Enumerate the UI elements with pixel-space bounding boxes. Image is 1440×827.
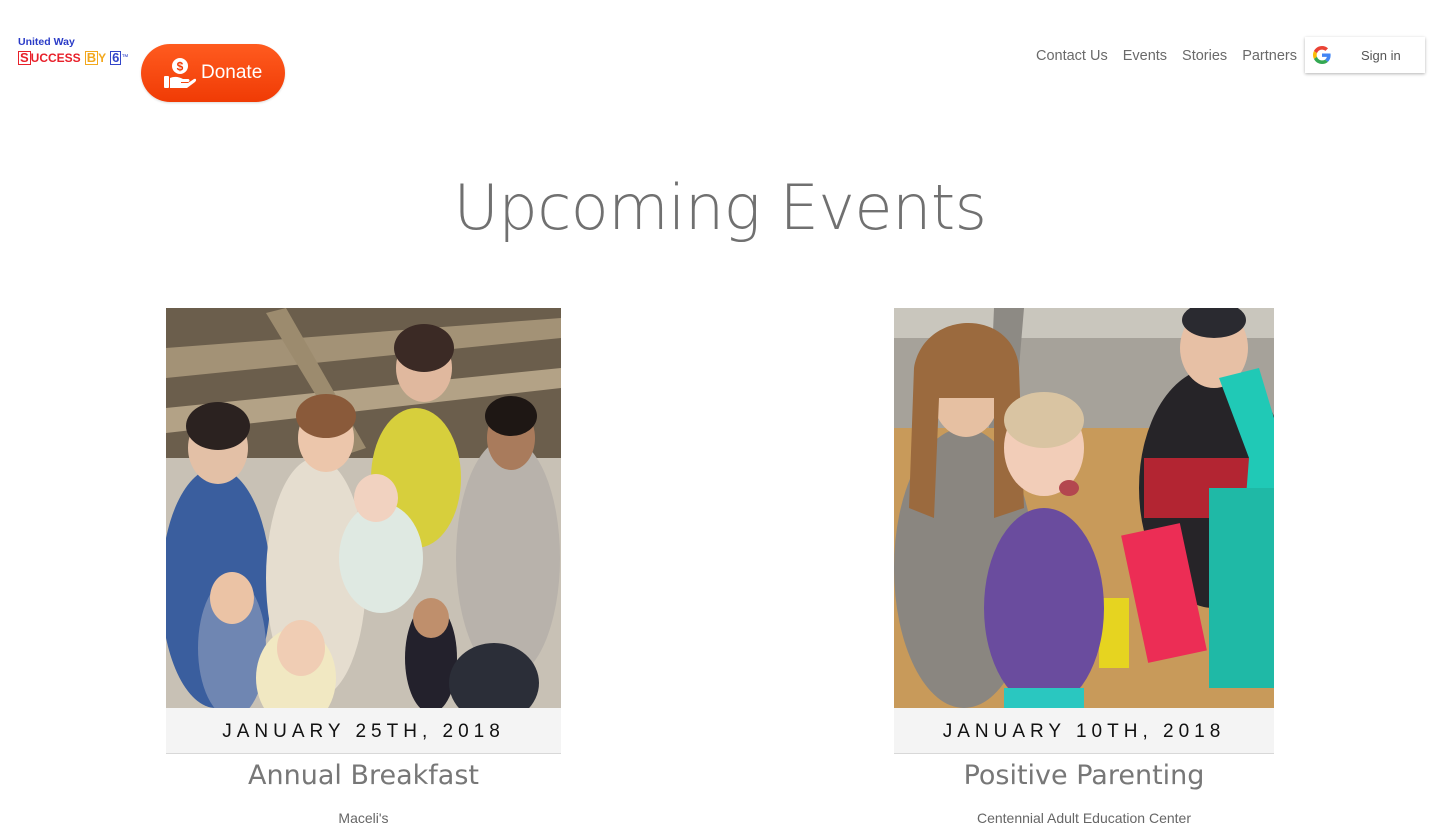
main-nav: Contact Us Events Stories Partners (1021, 46, 1297, 66)
event-photo-image (894, 308, 1274, 708)
google-sign-in-button[interactable]: Sign in (1305, 37, 1425, 73)
event-date: JANUARY 25TH, 2018 (166, 708, 561, 754)
event-location: Maceli's (338, 810, 389, 826)
event-title[interactable]: Positive Parenting (894, 759, 1274, 793)
logo-success-by-6: S UCCESS B Y 6 ™ (18, 51, 136, 65)
donate-label: Donate (201, 62, 263, 83)
logo-united-way-text: United Way (18, 36, 75, 48)
logo-letter-y: Y (98, 51, 107, 65)
nav-events[interactable]: Events (1123, 46, 1167, 66)
svg-text:$: $ (177, 60, 184, 74)
event-photo[interactable] (166, 308, 561, 708)
logo-letter-b: B (84, 50, 99, 65)
page-title: Upcoming Events (453, 171, 987, 244)
logo-letter-s: S (18, 50, 31, 65)
nav-contact-us[interactable]: Contact Us (1036, 46, 1108, 66)
logo-number-6: 6 (110, 50, 122, 65)
event-location: Centennial Adult Education Center (976, 810, 1192, 826)
event-title[interactable]: Annual Breakfast (166, 759, 561, 793)
event-card[interactable]: JANUARY 25TH, 2018 Annual Breakfast Mace… (166, 308, 561, 827)
donate-hand-coin-icon: $ (164, 58, 197, 88)
sign-in-label: Sign in (1361, 47, 1401, 63)
google-g-icon (1313, 46, 1331, 64)
united-way-success-by-6-logo[interactable]: United Way S UCCESS B Y 6 ™ (18, 37, 136, 71)
event-date: JANUARY 10TH, 2018 (894, 708, 1274, 754)
nav-partners[interactable]: Partners (1242, 46, 1297, 66)
event-photo-image (166, 308, 561, 708)
donate-button[interactable]: $ Donate (141, 44, 285, 102)
logo-uccess: UCCESS (30, 51, 81, 65)
logo-trademark: ™ (121, 54, 129, 61)
nav-stories[interactable]: Stories (1182, 46, 1227, 66)
event-card[interactable]: JANUARY 10TH, 2018 Positive Parenting Ce… (894, 308, 1274, 827)
event-photo[interactable] (894, 308, 1274, 708)
